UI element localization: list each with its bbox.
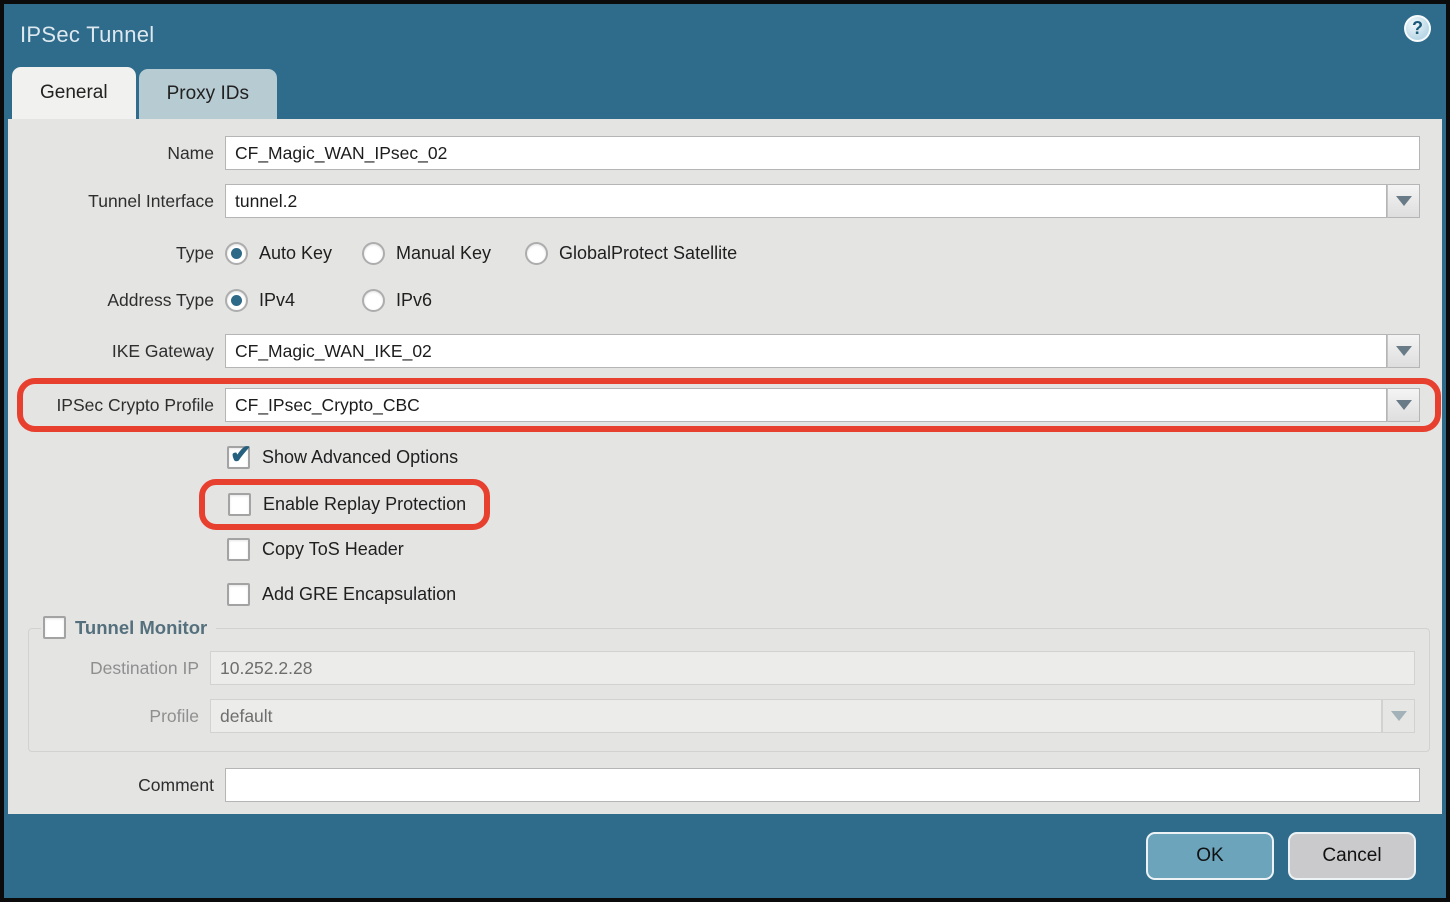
ipsec-crypto-profile-label: IPSec Crypto Profile [8,395,214,416]
radio-ipv4[interactable]: IPv4 [225,289,362,312]
ike-gateway-input[interactable] [225,334,1387,368]
comment-input[interactable] [225,768,1420,802]
add-gre-encapsulation-checkbox[interactable] [227,583,250,606]
ipsec-crypto-profile-input[interactable] [225,388,1387,422]
dialog-title: IPSec Tunnel [20,22,154,48]
tab-general-label: General [40,82,108,104]
chevron-down-icon [1396,346,1412,356]
tunnel-interface-row: Tunnel Interface [8,184,1442,218]
type-label: Type [8,243,214,264]
radio-ipv6-icon[interactable] [362,289,385,312]
help-icon[interactable]: ? [1404,15,1431,42]
ipsec-crypto-profile-dropdown-button[interactable] [1387,388,1420,422]
ike-gateway-row: IKE Gateway [8,334,1442,368]
name-input[interactable] [225,136,1420,170]
cancel-button[interactable]: Cancel [1288,832,1416,880]
chevron-down-icon [1391,711,1407,721]
comment-label: Comment [8,775,214,796]
ike-gateway-label: IKE Gateway [8,341,214,362]
chevron-down-icon [1396,400,1412,410]
tunnel-monitor-label: Tunnel Monitor [75,617,207,639]
radio-auto-key-icon[interactable] [225,242,248,265]
ok-button[interactable]: OK [1146,832,1274,880]
enable-replay-protection-highlight: Enable Replay Protection [199,479,490,530]
radio-manual-key[interactable]: Manual Key [362,242,525,265]
tunnel-monitor-checkbox[interactable] [43,616,66,639]
tunnel-interface-label: Tunnel Interface [8,191,214,212]
ipsec-crypto-profile-row: IPSec Crypto Profile [8,388,1442,422]
tunnel-interface-input[interactable] [225,184,1387,218]
radio-ipv6[interactable]: IPv6 [362,289,432,312]
tunnel-monitor-group: Tunnel Monitor Destination IP Profile [28,628,1430,752]
show-advanced-options-checkbox[interactable] [227,446,250,469]
ipsec-tunnel-dialog: IPSec Tunnel ? General Proxy IDs Name Tu… [4,4,1446,898]
destination-ip-row: Destination IP [29,651,1429,685]
radio-globalprotect-satellite-icon[interactable] [525,242,548,265]
name-label: Name [8,143,214,164]
type-row: Type Auto Key Manual Key GlobalProtect S… [8,242,1442,265]
radio-auto-key[interactable]: Auto Key [225,242,362,265]
show-advanced-options-row[interactable]: Show Advanced Options [227,446,1442,469]
enable-replay-protection-checkbox[interactable] [228,493,251,516]
profile-row: Profile [29,699,1429,733]
radio-ipv4-icon[interactable] [225,289,248,312]
tab-proxy-ids-label: Proxy IDs [167,83,249,105]
tab-general[interactable]: General [12,67,136,119]
radio-manual-key-icon[interactable] [362,242,385,265]
tunnel-interface-dropdown-button[interactable] [1387,184,1420,218]
ike-gateway-dropdown-button[interactable] [1387,334,1420,368]
name-row: Name [8,136,1442,170]
dialog-footer: OK Cancel [4,814,1446,898]
copy-tos-header-checkbox[interactable] [227,538,250,561]
title-bar: IPSec Tunnel ? [4,4,1446,66]
destination-ip-input [210,651,1415,685]
add-gre-encapsulation-row[interactable]: Add GRE Encapsulation [227,583,1442,606]
destination-ip-label: Destination IP [29,658,199,679]
address-type-row: Address Type IPv4 IPv6 [8,289,1442,312]
radio-globalprotect-satellite[interactable]: GlobalProtect Satellite [525,242,737,265]
profile-label: Profile [29,706,199,727]
tab-bar: General Proxy IDs [4,66,1446,119]
profile-input [210,699,1382,733]
tab-proxy-ids[interactable]: Proxy IDs [139,69,277,119]
tunnel-monitor-legend: Tunnel Monitor [41,616,216,639]
profile-dropdown-button [1382,699,1415,733]
comment-row: Comment [8,768,1442,802]
chevron-down-icon [1396,196,1412,206]
address-type-label: Address Type [8,290,214,311]
general-tab-panel: Name Tunnel Interface Type Auto Key [8,119,1442,814]
copy-tos-header-row[interactable]: Copy ToS Header [227,538,1442,561]
